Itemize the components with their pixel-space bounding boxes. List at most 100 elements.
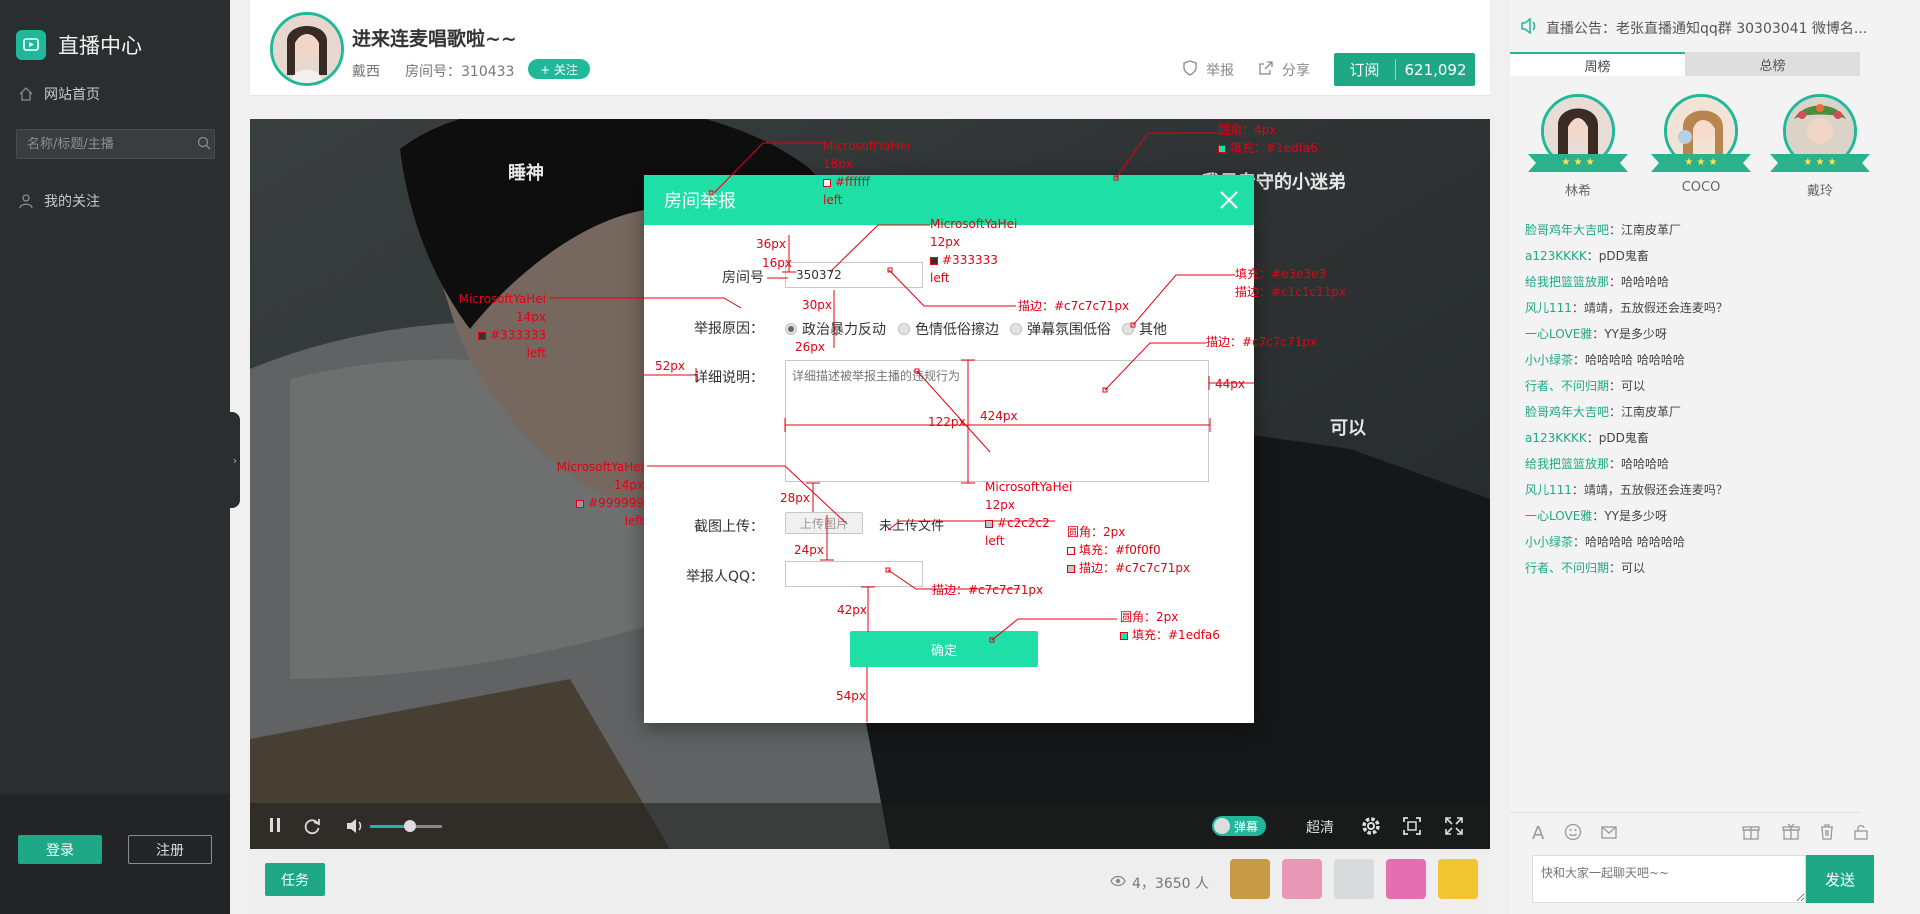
rank-item[interactable]: ★ ★ ★ COCO xyxy=(1647,94,1755,195)
send-button[interactable]: 发送 xyxy=(1806,855,1874,903)
chat-username[interactable]: 脸哥鸡年大吉吧 xyxy=(1525,223,1609,237)
dimension-label: 44px xyxy=(1215,377,1245,391)
annotation-color: 填充：#f0f0f0 xyxy=(1079,543,1161,557)
annotation-line: left xyxy=(526,346,546,360)
reason-option[interactable]: 色情低俗擦边 xyxy=(898,319,999,339)
chat-username[interactable]: a123KKKK xyxy=(1525,431,1587,445)
chat-username[interactable]: 风儿111 xyxy=(1525,301,1572,315)
tab-total[interactable]: 总榜 xyxy=(1685,52,1860,76)
pause-icon[interactable] xyxy=(268,817,282,833)
chat-username[interactable]: 行者、不问归期 xyxy=(1525,379,1609,393)
gift-lollipop-icon[interactable] xyxy=(1438,859,1478,899)
chat-separator: ： xyxy=(1592,509,1605,523)
confirm-button[interactable]: 确定 xyxy=(850,631,1038,667)
annotation-line: 描边：#c1c1c11px xyxy=(1235,285,1347,299)
upload-button[interactable]: 上传图片 xyxy=(785,512,863,534)
brand: 直播中心 xyxy=(16,30,142,60)
chat-text: pDD鬼畜 xyxy=(1598,249,1649,263)
gift-pack-icon[interactable] xyxy=(1782,823,1800,846)
sidebar-item-follow[interactable]: 我的关注 xyxy=(18,191,100,211)
chat-username[interactable]: 一心LOVE雅 xyxy=(1525,327,1592,341)
font-style-icon[interactable]: A xyxy=(1532,823,1544,844)
trash-icon[interactable] xyxy=(1818,823,1836,846)
chat-message: 给我把篮篮放那：哈哈哈哈 xyxy=(1525,274,1895,300)
annotation-line: 填充：#f0f0f0 xyxy=(1067,541,1190,559)
room-number-field[interactable] xyxy=(785,262,923,288)
window-fullscreen-icon[interactable] xyxy=(1402,816,1422,836)
color-swatch xyxy=(985,519,993,528)
share-action[interactable]: 分享 xyxy=(1258,60,1310,80)
gear-icon[interactable] xyxy=(1360,815,1382,837)
chat-separator: ： xyxy=(1609,561,1622,575)
chat-username[interactable]: 风儿111 xyxy=(1525,483,1572,497)
chat-username[interactable]: 脸哥鸡年大吉吧 xyxy=(1525,405,1609,419)
upload-status: 未上传文件 xyxy=(879,519,945,534)
chat-separator: ： xyxy=(1609,405,1622,419)
annotation-line: #c2c2c2 xyxy=(985,514,1072,532)
reason-option[interactable]: 政治暴力反动 xyxy=(785,319,886,339)
gift-icon[interactable] xyxy=(1742,823,1760,846)
tab-weekly[interactable]: 周榜 xyxy=(1510,52,1685,76)
sidebar: 直播中心 网站首页 我的关注 登录 注册 xyxy=(0,0,230,914)
chat-username[interactable]: 给我把篮篮放那 xyxy=(1525,275,1609,289)
qq-field[interactable] xyxy=(785,561,923,587)
chat-username[interactable]: 行者、不问归期 xyxy=(1525,561,1609,575)
chat-text: 哈哈哈哈 哈哈哈哈 xyxy=(1585,353,1685,367)
reason-option-label: 弹幕氛围低俗 xyxy=(1027,322,1111,338)
fullscreen-icon[interactable] xyxy=(1444,816,1464,836)
gift-flower-icon[interactable] xyxy=(1282,859,1322,899)
gift-car-icon[interactable] xyxy=(1334,859,1374,899)
message-icon[interactable] xyxy=(1600,823,1618,846)
annotation-line: 12px xyxy=(930,235,960,249)
chat-username[interactable]: 小小绿茶 xyxy=(1525,353,1573,367)
reason-option[interactable]: 弹幕氛围低俗 xyxy=(1010,319,1111,339)
annotation-line: left xyxy=(624,514,644,528)
dimension-label: 54px xyxy=(836,689,866,703)
screenshot-label: 截图上传： xyxy=(694,519,764,535)
annotation-radius-top: 圆角：4px 填充：#1edfa6 xyxy=(1218,121,1318,157)
rank-item[interactable]: ★ ★ ★ 戴玲 xyxy=(1766,94,1874,199)
search-input[interactable] xyxy=(27,136,197,152)
share-icon xyxy=(1258,60,1274,80)
chat-username[interactable]: 小小绿茶 xyxy=(1525,535,1573,549)
annotation-line: MicrosoftYaHei xyxy=(556,460,644,474)
chat-username[interactable]: 给我把篮篮放那 xyxy=(1525,457,1609,471)
subscribe-label: 订阅 xyxy=(1334,59,1396,80)
volume-slider-handle[interactable] xyxy=(403,820,416,832)
register-button[interactable]: 注册 xyxy=(128,835,212,864)
gift-heart-icon[interactable] xyxy=(1386,859,1426,899)
volume-icon[interactable] xyxy=(345,817,365,835)
gift-box-icon[interactable] xyxy=(1230,859,1270,899)
danmaku-toggle[interactable]: 弹幕 xyxy=(1212,816,1266,836)
chat-username[interactable]: a123KKKK xyxy=(1525,249,1587,263)
qq-label: 举报人QQ： xyxy=(685,569,764,585)
sidebar-toggle-chevron-icon[interactable]: › xyxy=(230,412,240,508)
emoji-icon[interactable] xyxy=(1564,823,1582,846)
chat-text: 靖靖，五放假还会连麦吗？ xyxy=(1583,301,1728,315)
annotation-color: #333333 xyxy=(942,253,998,267)
report-action[interactable]: 举报 xyxy=(1182,60,1234,80)
color-swatch xyxy=(478,331,487,340)
sidebar-item-label: 网站首页 xyxy=(44,87,100,103)
quality-selector[interactable]: 超清 xyxy=(1306,817,1334,837)
subscribe-button[interactable]: 订阅 621,092 xyxy=(1334,53,1475,86)
host-avatar[interactable] xyxy=(270,12,344,86)
danmaku-text: 睡神 xyxy=(508,163,544,184)
annotation-line: MicrosoftYaHei xyxy=(985,480,1073,494)
reason-option[interactable]: 其他 xyxy=(1122,319,1167,339)
chat-username[interactable]: 一心LOVE雅 xyxy=(1525,509,1592,523)
chat-input[interactable] xyxy=(1532,855,1806,903)
chat-text: 可以 xyxy=(1621,379,1646,393)
lock-icon[interactable] xyxy=(1852,823,1870,846)
report-label: 举报 xyxy=(1206,63,1234,79)
task-button[interactable]: 任务 xyxy=(265,863,325,896)
annotation-line: 填充：#e3e3e3 xyxy=(1235,267,1327,281)
login-button[interactable]: 登录 xyxy=(18,835,102,864)
search-icon[interactable] xyxy=(197,135,211,154)
close-icon[interactable] xyxy=(1218,189,1240,211)
follow-button[interactable]: + 关注 xyxy=(528,59,590,79)
sidebar-item-home[interactable]: 网站首页 xyxy=(18,84,100,104)
refresh-icon[interactable] xyxy=(302,816,322,836)
rank-item[interactable]: ★ ★ ★ 林希 xyxy=(1524,94,1632,199)
annotation-line: 圆角：2px xyxy=(1067,525,1126,539)
